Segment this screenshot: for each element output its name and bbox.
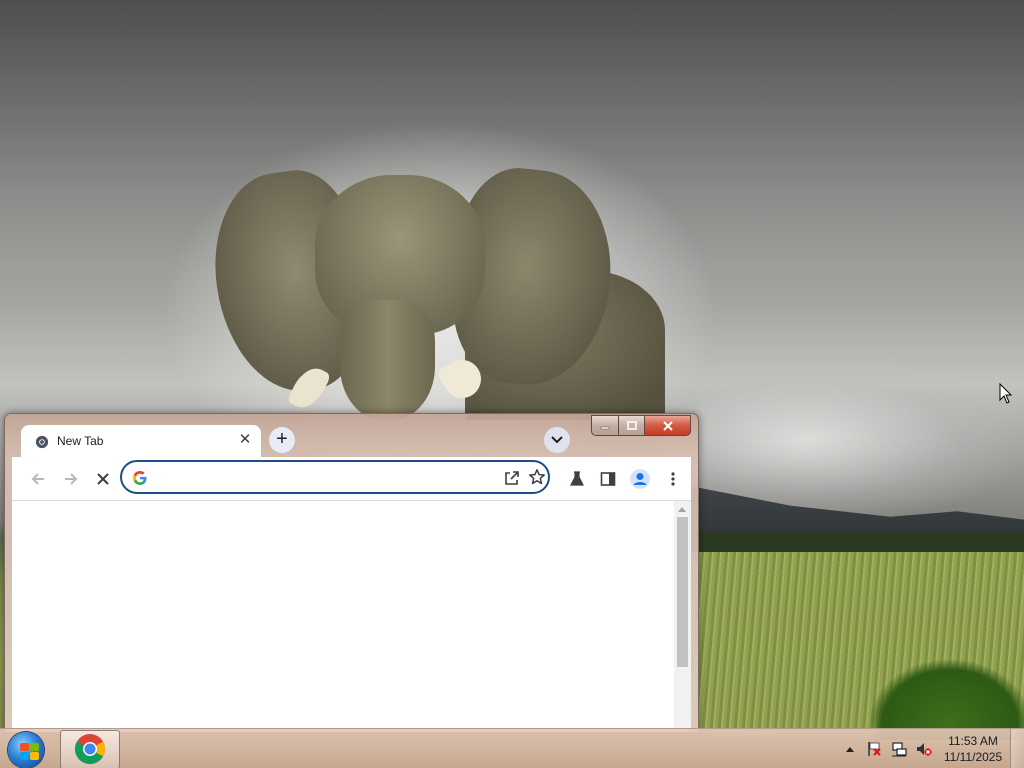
google-g-icon (133, 471, 147, 485)
side-panel-icon (600, 472, 616, 486)
browser-window: New Tab ✕ + (4, 413, 699, 733)
scroll-thumb[interactable] (677, 517, 688, 667)
arrow-back-icon (31, 473, 44, 485)
chrome-icon (35, 435, 49, 449)
minimize-button[interactable] (591, 415, 619, 436)
more-vertical-icon (671, 472, 675, 486)
tab-close-icon[interactable]: ✕ (236, 431, 254, 449)
action-center-flag-icon[interactable] (866, 741, 882, 757)
clock-time[interactable]: 11:53 AM (940, 734, 1006, 748)
address-bar-input[interactable] (156, 467, 490, 489)
flask-icon (570, 471, 584, 486)
show-desktop-button[interactable] (1010, 729, 1024, 768)
labs-button[interactable] (566, 468, 588, 490)
window-controls (591, 415, 695, 436)
arrow-forward-icon (65, 473, 78, 485)
menu-button[interactable] (662, 468, 684, 490)
tab-title: New Tab (57, 434, 104, 448)
forward-button[interactable] (60, 468, 82, 490)
address-bar[interactable] (120, 460, 550, 494)
minimize-icon (600, 426, 610, 429)
profile-button[interactable] (629, 468, 651, 490)
person-icon (630, 469, 650, 489)
share-icon[interactable] (503, 469, 521, 487)
chrome-icon (74, 734, 106, 765)
start-button[interactable] (4, 730, 48, 768)
bookmark-star-icon[interactable] (528, 468, 546, 486)
chevron-down-icon (551, 436, 563, 444)
maximize-button[interactable] (619, 415, 645, 436)
close-icon (97, 473, 109, 485)
taskbar: 11:53 AM 11/11/2025 (0, 728, 1024, 768)
windows-logo-icon (8, 732, 44, 768)
maximize-icon (626, 420, 637, 430)
show-hidden-icons-icon[interactable] (846, 747, 854, 752)
new-tab-button[interactable]: + (269, 427, 295, 453)
wallpaper-elephant (202, 162, 665, 420)
scroll-up-icon[interactable] (678, 507, 686, 512)
back-button[interactable] (27, 468, 49, 490)
side-panel-button[interactable] (597, 468, 619, 490)
close-window-button[interactable] (645, 415, 691, 436)
vertical-scrollbar[interactable] (674, 501, 691, 732)
volume-muted-icon[interactable] (916, 741, 932, 757)
tab-new-tab[interactable]: New Tab ✕ (21, 425, 261, 458)
network-icon[interactable] (891, 741, 907, 757)
browser-toolbar (12, 457, 691, 501)
page-content[interactable] (12, 501, 680, 732)
close-icon (662, 420, 673, 431)
taskbar-chrome-button[interactable] (60, 730, 120, 768)
clock-date[interactable]: 11/11/2025 (940, 750, 1006, 764)
system-tray: 11:53 AM 11/11/2025 (840, 729, 1024, 768)
stop-loading-button[interactable] (92, 468, 114, 490)
tab-search-button[interactable] (544, 427, 570, 453)
